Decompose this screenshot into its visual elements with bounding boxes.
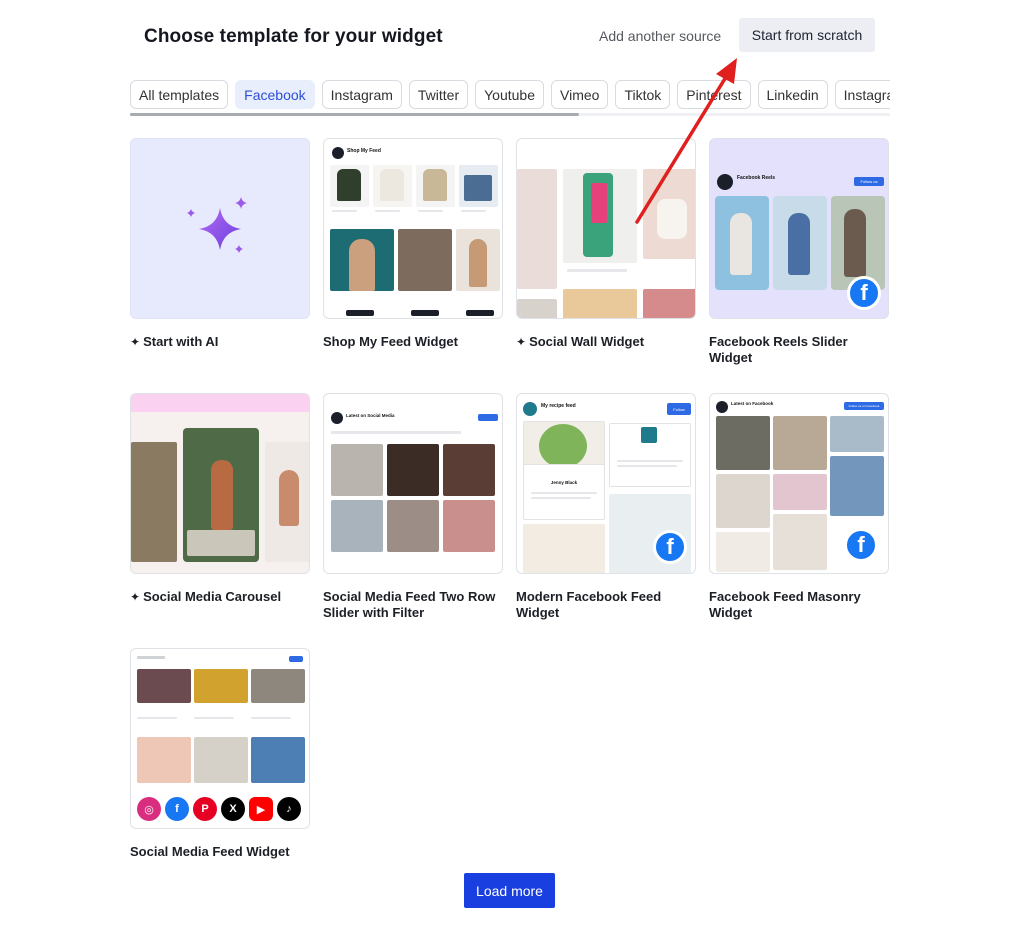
filter-tab-all-templates[interactable]: All templates xyxy=(130,80,229,109)
template-thumbnail: My recipe feed Follow Jenny Black f xyxy=(516,393,696,574)
x-icon: X xyxy=(221,797,245,821)
template-title: Shop My Feed Widget xyxy=(323,334,458,349)
template-thumbnail: Latest on Facebook Follow us on Facebook… xyxy=(709,393,889,574)
facebook-icon: f xyxy=(165,797,189,821)
template-card-facebook-feed-masonry[interactable]: Latest on Facebook Follow us on Facebook… xyxy=(709,393,889,621)
social-icons-row: ◎ f P X ▶ ♪ xyxy=(137,797,301,821)
filter-tab-linkedin[interactable]: Linkedin xyxy=(757,80,828,109)
start-from-scratch-button[interactable]: Start from scratch xyxy=(739,18,875,52)
youtube-icon: ▶ xyxy=(249,797,273,821)
ai-star-icon: ✦ xyxy=(130,590,141,604)
facebook-icon: f xyxy=(847,276,881,310)
template-card-modern-facebook-feed[interactable]: My recipe feed Follow Jenny Black f Mode… xyxy=(516,393,696,621)
template-title: Facebook Reels Slider Widget xyxy=(709,334,848,365)
template-card-social-media-feed[interactable]: ◎ f P X ▶ ♪ Social Media Feed Widget xyxy=(130,648,310,860)
template-card-social-wall[interactable]: ✦ Social Wall Widget xyxy=(516,138,696,350)
filter-tab-twitter[interactable]: Twitter xyxy=(408,80,469,109)
filter-tab-instagram-s[interactable]: Instagram-s xyxy=(834,80,890,109)
template-card-start-with-ai[interactable]: ✦ Start with AI xyxy=(130,138,310,350)
tabs-scrollbar[interactable] xyxy=(130,113,890,116)
filter-tab-tiktok[interactable]: Tiktok xyxy=(615,80,671,109)
ai-star-icon: ✦ xyxy=(516,335,527,349)
template-card-facebook-reels-slider[interactable]: Facebook Reels Follow us f Facebook Reel… xyxy=(709,138,889,366)
tabs-scrollbar-thumb[interactable] xyxy=(130,113,579,116)
facebook-icon: f xyxy=(653,530,687,564)
filter-tab-vimeo[interactable]: Vimeo xyxy=(551,80,609,109)
pinterest-icon: P xyxy=(193,797,217,821)
template-thumbnail xyxy=(130,393,310,574)
template-title: Social Media Feed Widget xyxy=(130,844,290,859)
template-title: Modern Facebook Feed Widget xyxy=(516,589,662,620)
template-thumbnail: Latest on Social Media xyxy=(323,393,503,574)
filter-tab-youtube[interactable]: Youtube xyxy=(475,80,544,109)
load-more-button[interactable]: Load more xyxy=(464,873,555,908)
filter-tab-pinterest[interactable]: Pinterest xyxy=(677,80,751,109)
template-card-shop-my-feed[interactable]: Shop My Feed Shop My Feed Widget xyxy=(323,138,503,350)
template-title: Social Media Feed Two Row Slider with Fi… xyxy=(323,589,496,620)
add-another-source-link[interactable]: Add another source xyxy=(599,28,721,44)
facebook-icon: f xyxy=(844,528,878,562)
filter-tab-facebook[interactable]: Facebook xyxy=(235,80,315,109)
page-title: Choose template for your widget xyxy=(144,26,443,47)
ai-star-icon: ✦ xyxy=(130,335,141,349)
template-title: ✦ Social Wall Widget xyxy=(516,334,645,349)
template-thumbnail: ◎ f P X ▶ ♪ xyxy=(130,648,310,829)
template-card-two-row-slider[interactable]: Latest on Social Media Social Media Feed… xyxy=(323,393,503,621)
template-thumbnail: Facebook Reels Follow us f xyxy=(709,138,889,319)
template-title: ✦ Social Media Carousel xyxy=(130,589,282,604)
template-thumbnail: Shop My Feed xyxy=(323,138,503,319)
header: Choose template for your widget Add anot… xyxy=(144,18,876,56)
sparkle-icon xyxy=(187,197,247,253)
instagram-icon: ◎ xyxy=(137,797,161,821)
template-title: Facebook Feed Masonry Widget xyxy=(709,589,861,620)
template-thumbnail xyxy=(516,138,696,319)
template-thumbnail xyxy=(130,138,310,319)
filter-tab-instagram[interactable]: Instagram xyxy=(321,80,402,109)
template-title: ✦ Start with AI xyxy=(130,334,219,349)
tiktok-icon: ♪ xyxy=(277,797,301,821)
template-card-social-media-carousel[interactable]: ✦ Social Media Carousel xyxy=(130,393,310,605)
